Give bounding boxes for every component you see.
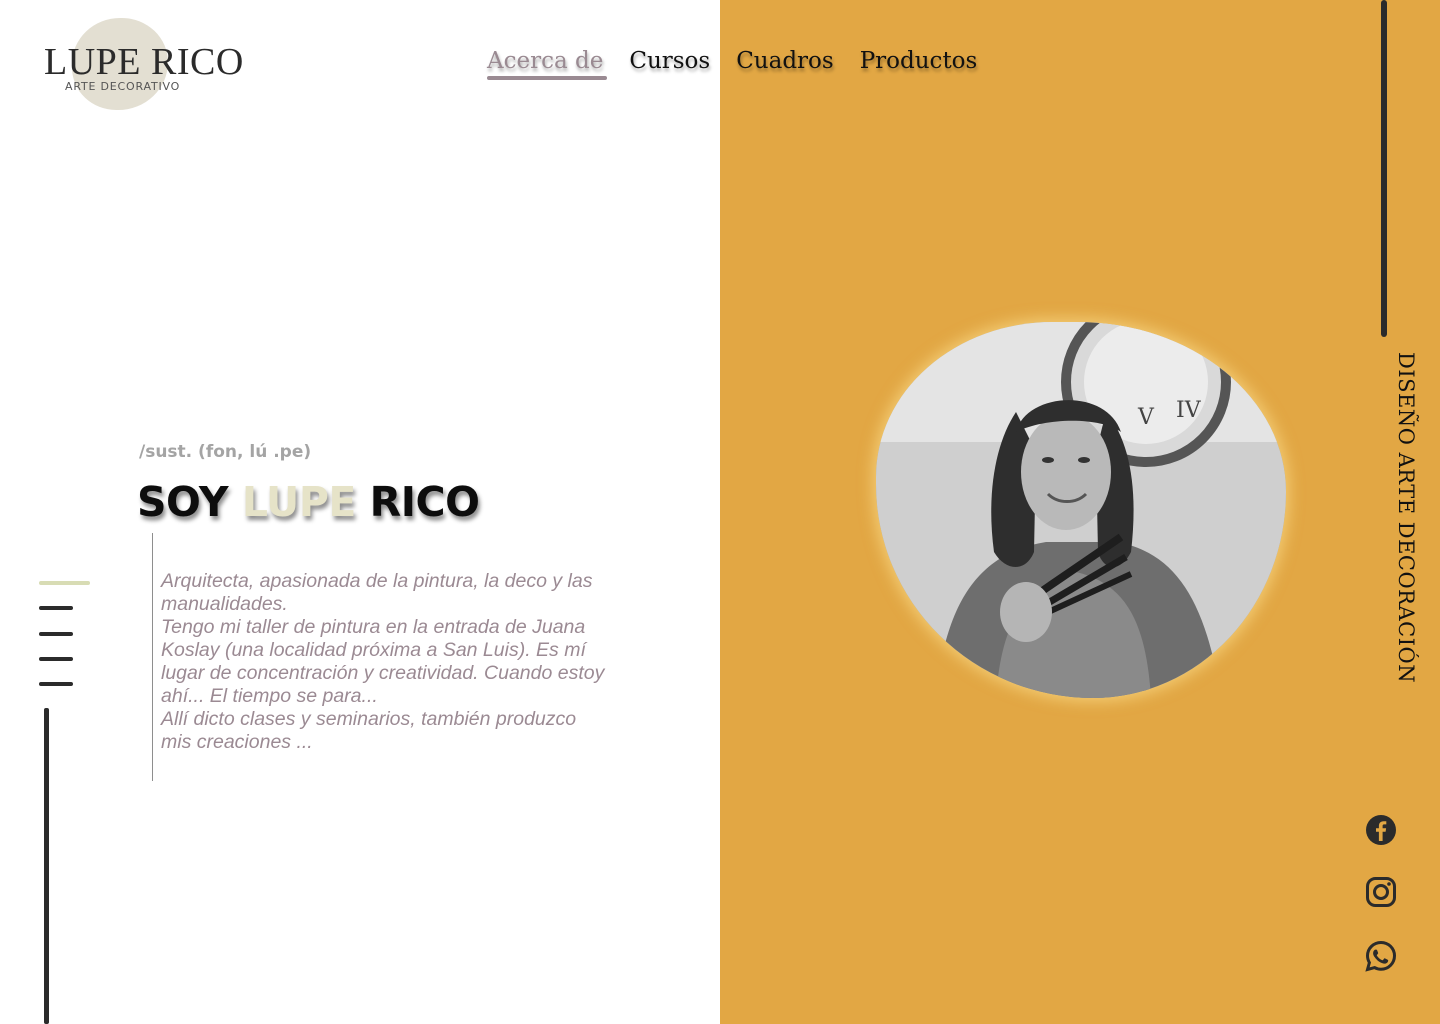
- bio-divider: [152, 533, 153, 781]
- title-highlight: LUPE: [241, 478, 357, 526]
- title-suffix: RICO: [355, 478, 480, 526]
- bio-paragraph: Tengo mi taller de pintura en la entrada…: [161, 616, 605, 707]
- nav-item-cuadros[interactable]: Cuadros: [736, 48, 834, 74]
- page-title: SOY LUPE RICO: [137, 478, 480, 526]
- nav-item-acerca-de[interactable]: Acerca de: [487, 48, 608, 80]
- menu-indicator-active[interactable]: [39, 581, 90, 585]
- menu-indicator[interactable]: [39, 657, 73, 661]
- facebook-icon[interactable]: [1365, 814, 1397, 846]
- svg-text:IV: IV: [1176, 398, 1202, 423]
- right-vertical-line: [1381, 0, 1387, 337]
- svg-text:V: V: [1137, 405, 1155, 430]
- menu-indicator[interactable]: [39, 606, 73, 610]
- menu-indicator[interactable]: [39, 682, 73, 686]
- brand-name: LUPE RICO: [44, 41, 244, 83]
- bio-paragraph: Arquitecta, apasionada de la pintura, la…: [161, 570, 593, 615]
- vertical-tagline: DISEÑO ARTE DECORACIÓN: [1394, 352, 1418, 684]
- title-prefix: SOY: [137, 478, 242, 526]
- left-vertical-line: [44, 708, 49, 1024]
- instagram-icon[interactable]: [1365, 876, 1397, 908]
- menu-indicator[interactable]: [39, 632, 73, 636]
- whatsapp-icon[interactable]: [1365, 940, 1397, 972]
- bio-paragraph: Allí dicto clases y seminarios, también …: [161, 708, 577, 753]
- phonetic-definition: /sust. (fon, lú .pe): [139, 442, 312, 462]
- brand-tagline: ARTE DECORATIVO: [65, 80, 181, 93]
- brand-logo[interactable]: LUPE RICO ARTE DECORATIVO: [44, 18, 243, 110]
- bio-text: Arquitecta, apasionada de la pintura, la…: [161, 570, 606, 754]
- nav-item-productos[interactable]: Productos: [860, 48, 978, 74]
- main-nav: Acerca de Cursos Cuadros Productos: [487, 48, 978, 80]
- nav-item-cursos[interactable]: Cursos: [629, 48, 710, 74]
